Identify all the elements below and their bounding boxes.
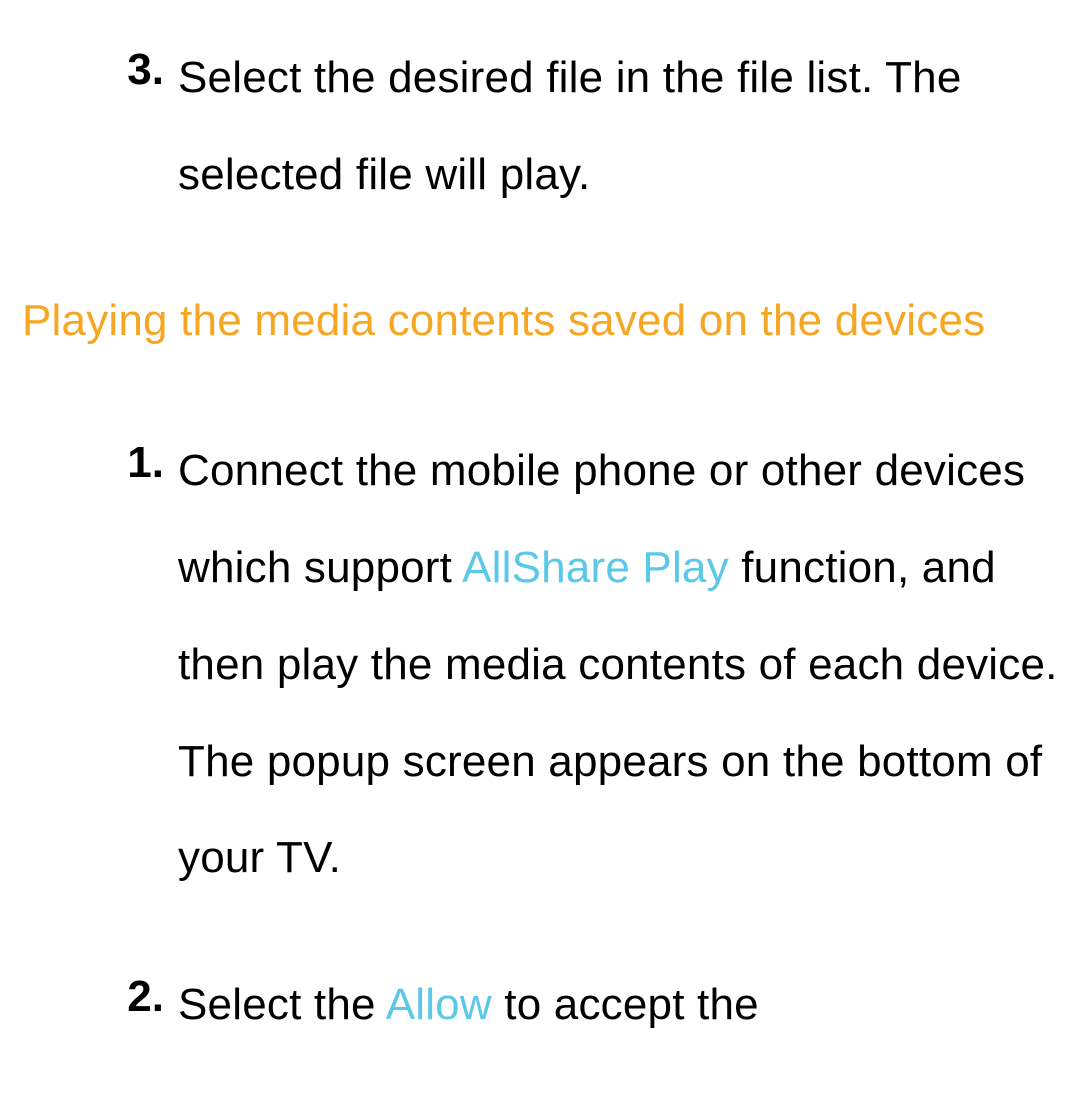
step-2-part1: Select the bbox=[178, 980, 386, 1029]
allshare-play-label: AllShare Play bbox=[462, 543, 729, 592]
step-3: 3. Select the desired file in the file l… bbox=[22, 30, 1058, 224]
step-1-text: Connect the mobile phone or other device… bbox=[178, 423, 1058, 907]
step-3-text: Select the desired file in the file list… bbox=[178, 30, 1058, 224]
allow-label: Allow bbox=[386, 980, 492, 1029]
step-1: 1. Connect the mobile phone or other dev… bbox=[22, 423, 1058, 907]
step-2-text: Select the Allow to accept the bbox=[178, 957, 759, 1054]
step-2-part2: to accept the bbox=[492, 980, 759, 1029]
step-1-part2: function, and then play the media conten… bbox=[178, 543, 1058, 882]
step-1-number: 1. bbox=[120, 423, 178, 907]
step-2-number: 2. bbox=[120, 957, 178, 1054]
step-3-number: 3. bbox=[120, 30, 178, 224]
section-heading: Playing the media contents saved on the … bbox=[22, 274, 1058, 369]
step-2: 2. Select the Allow to accept the bbox=[22, 957, 1058, 1054]
